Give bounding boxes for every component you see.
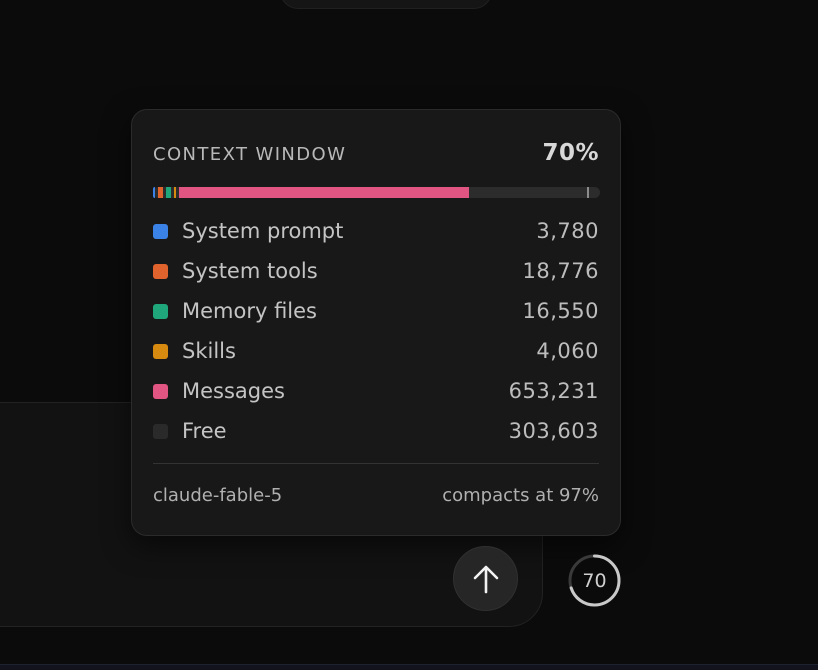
legend-swatch	[153, 383, 168, 399]
usage-bar-segment	[173, 187, 176, 198]
popover-footer: claude-fable-5 compacts at 97%	[153, 485, 599, 506]
usage-percent: 70%	[542, 140, 599, 166]
usage-row-label: Free	[182, 419, 227, 443]
usage-row: Free 303,603	[153, 411, 599, 451]
app-stage: CONTEXT WINDOW 70% System prompt 3,780 Sys…	[0, 0, 818, 670]
usage-row-label: Messages	[182, 379, 285, 403]
context-usage-bar	[153, 187, 600, 198]
usage-bar-segment	[153, 187, 155, 198]
usage-row: System tools 18,776	[153, 251, 599, 291]
usage-breakdown-list: System prompt 3,780 System tools 18,776 Memo…	[153, 211, 599, 451]
usage-row: Memory files 16,550	[153, 291, 599, 331]
bottom-strip	[0, 664, 818, 670]
legend-swatch	[153, 223, 168, 239]
usage-row-value: 16,550	[522, 299, 599, 323]
usage-row-value: 303,603	[508, 419, 599, 443]
usage-row-value: 653,231	[508, 379, 599, 403]
usage-row-value: 4,060	[536, 339, 599, 363]
popover-header: CONTEXT WINDOW 70%	[153, 140, 599, 166]
legend-swatch	[153, 343, 168, 359]
usage-bar-segment	[158, 187, 164, 198]
compact-threshold: compacts at 97%	[442, 485, 599, 506]
popover-divider	[153, 463, 599, 464]
usage-row-label: Memory files	[182, 299, 318, 323]
usage-ring-value: 70	[582, 569, 607, 592]
usage-row-label: System tools	[182, 259, 318, 283]
legend-swatch	[153, 263, 168, 279]
usage-row-label: Skills	[182, 339, 236, 363]
context-usage-ring[interactable]: 70	[567, 553, 622, 608]
top-pill	[280, 0, 492, 9]
arrow-up-icon	[473, 565, 498, 593]
usage-row: Messages 653,231	[153, 371, 599, 411]
usage-bar-segment	[166, 187, 171, 198]
usage-row-value: 3,780	[536, 219, 599, 243]
usage-row-label: System prompt	[182, 219, 344, 243]
usage-row: System prompt 3,780	[153, 211, 599, 251]
popover-title: CONTEXT WINDOW	[153, 144, 347, 165]
compact-threshold-marker	[586, 187, 589, 198]
legend-swatch	[153, 423, 168, 439]
usage-row-value: 18,776	[522, 259, 599, 283]
context-window-popover: CONTEXT WINDOW 70% System prompt 3,780 Sys…	[131, 109, 621, 536]
send-button[interactable]	[453, 546, 518, 611]
model-name: claude-fable-5	[153, 485, 283, 506]
legend-swatch	[153, 303, 168, 319]
usage-row: Skills 4,060	[153, 331, 599, 371]
usage-bar-segment	[178, 187, 470, 198]
